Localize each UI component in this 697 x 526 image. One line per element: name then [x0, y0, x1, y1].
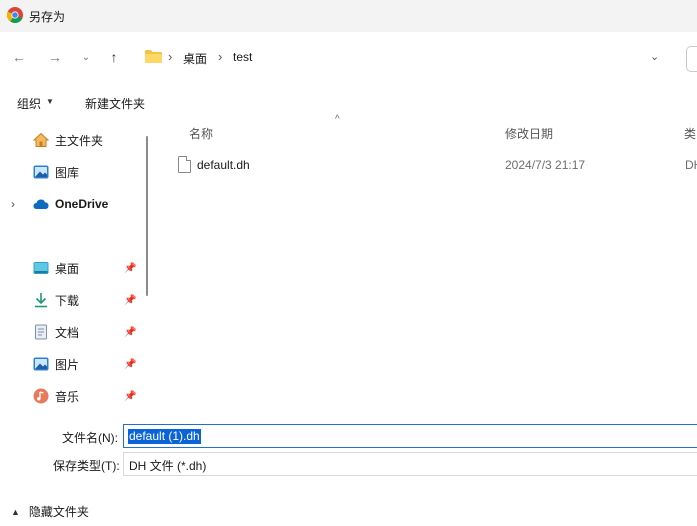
- file-modified-date: 2024/7/3 21:17: [505, 158, 586, 172]
- chevron-down-icon: ⌄: [81, 51, 91, 63]
- search-box[interactable]: [686, 46, 697, 72]
- back-button[interactable]: ←: [8, 46, 30, 68]
- sidebar-item-label: 音乐: [55, 389, 80, 404]
- recent-locations-button[interactable]: ⌄: [75, 46, 97, 68]
- chevron-down-icon: ⌄: [650, 51, 660, 63]
- pin-icon[interactable]: 📌: [124, 295, 136, 306]
- chevron-right-icon: ›: [168, 49, 173, 64]
- sidebar-item-desktop[interactable]: 桌面: [33, 255, 79, 281]
- file-type: DH: [685, 158, 697, 172]
- path-history-dropdown[interactable]: ⌄: [650, 50, 659, 63]
- gallery-icon: [33, 164, 49, 180]
- filetype-select[interactable]: DH 文件 (*.dh): [123, 452, 697, 476]
- sidebar-item-gallery[interactable]: 图库: [33, 159, 79, 185]
- desktop-icon: [33, 260, 49, 276]
- pin-icon[interactable]: 📌: [124, 263, 136, 274]
- home-icon: [32, 132, 50, 148]
- sidebar-item-label: 图库: [55, 165, 80, 180]
- up-button[interactable]: ↑: [103, 46, 125, 68]
- sidebar-item-music[interactable]: 音乐: [33, 383, 79, 409]
- cloud-icon: [33, 196, 49, 212]
- file-name[interactable]: default.dh: [197, 158, 250, 172]
- filetype-label: 保存类型(T):: [53, 459, 120, 473]
- pin-icon[interactable]: 📌: [124, 391, 136, 402]
- sort-ascending-icon: ^: [335, 114, 340, 125]
- filetype-select-value: DH 文件 (*.dh): [129, 459, 207, 473]
- download-icon: [33, 292, 49, 308]
- filename-input[interactable]: default (1).dh: [123, 424, 697, 448]
- sidebar-item-documents[interactable]: 文档: [33, 319, 79, 345]
- arrow-left-icon: ←: [12, 49, 26, 65]
- organize-button[interactable]: 组织: [17, 95, 41, 112]
- sidebar-item-label: OneDrive: [55, 197, 109, 211]
- arrow-up-icon: ↑: [110, 49, 118, 65]
- chrome-icon: [6, 7, 23, 23]
- column-header-modified[interactable]: 修改日期: [505, 125, 553, 142]
- music-icon: [33, 388, 49, 404]
- hide-folders-label: 隐藏文件夹: [28, 505, 89, 519]
- sidebar-item-label: 下载: [55, 293, 80, 308]
- breadcrumb-test[interactable]: test: [233, 50, 252, 64]
- sidebar-item-label: 主文件夹: [55, 133, 104, 148]
- sidebar-item-label: 文档: [55, 325, 80, 340]
- window-title: 另存为: [29, 10, 66, 24]
- pin-icon[interactable]: 📌: [124, 327, 136, 338]
- document-icon: [33, 324, 49, 340]
- expand-chevron-icon[interactable]: ›: [11, 197, 15, 211]
- chevron-up-icon: ▲: [11, 506, 20, 517]
- sidebar-scrollbar[interactable]: [146, 136, 148, 296]
- pictures-icon: [33, 356, 49, 372]
- chevron-right-icon: ›: [218, 49, 223, 64]
- sidebar-item-downloads[interactable]: 下载: [33, 287, 79, 313]
- sidebar-item-pictures[interactable]: 图片: [33, 351, 79, 377]
- sidebar-item-label: 图片: [55, 357, 80, 372]
- arrow-right-icon: →: [48, 49, 62, 65]
- sidebar-item-home[interactable]: 主文件夹: [32, 127, 104, 153]
- filename-input-value[interactable]: default (1).dh: [128, 429, 201, 444]
- forward-button[interactable]: →: [44, 46, 66, 68]
- pin-icon[interactable]: 📌: [124, 359, 136, 370]
- hide-folders-button[interactable]: ▲ 隐藏文件夹: [11, 503, 89, 520]
- filename-label: 文件名(N):: [62, 431, 118, 445]
- caret-down-icon[interactable]: ▼: [46, 97, 54, 106]
- breadcrumb-desktop[interactable]: 桌面: [183, 50, 207, 67]
- folder-icon: [145, 50, 162, 63]
- title-bar: [0, 0, 697, 32]
- column-header-name[interactable]: 名称: [189, 125, 213, 142]
- sidebar-item-label: 桌面: [55, 261, 80, 276]
- new-folder-button[interactable]: 新建文件夹: [85, 95, 145, 112]
- file-icon: [178, 156, 191, 173]
- column-header-type[interactable]: 类: [684, 125, 696, 142]
- sidebar-item-onedrive[interactable]: OneDrive: [33, 191, 108, 217]
